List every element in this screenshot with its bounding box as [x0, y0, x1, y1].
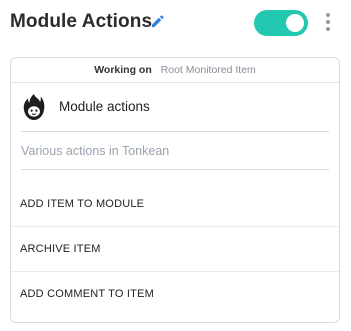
working-on-label: Working on: [94, 64, 152, 76]
action-archive-item[interactable]: ARCHIVE ITEM: [11, 227, 339, 272]
working-on-bar: Working on Root Monitored Item: [11, 58, 339, 83]
page-title: Module Actions: [10, 11, 153, 32]
divider: [21, 169, 329, 170]
module-header: Module actions: [11, 83, 339, 131]
header: Module Actions: [0, 0, 351, 48]
pencil-icon[interactable]: [150, 14, 165, 29]
working-on-value[interactable]: Root Monitored Item: [161, 64, 256, 76]
tonkean-flame-icon: [23, 94, 45, 120]
more-options-icon[interactable]: [322, 11, 334, 35]
module-description: Various actions in Tonkean: [21, 144, 170, 158]
module-name: Module actions: [59, 99, 150, 114]
enable-toggle[interactable]: [254, 10, 308, 36]
action-add-comment-to-item[interactable]: ADD COMMENT TO ITEM: [11, 272, 339, 317]
module-actions-card: Working on Root Monitored Item Module ac…: [10, 57, 340, 323]
divider: [21, 131, 329, 132]
toggle-knob: [286, 14, 304, 32]
action-add-item-to-module[interactable]: ADD ITEM TO MODULE: [11, 182, 339, 227]
